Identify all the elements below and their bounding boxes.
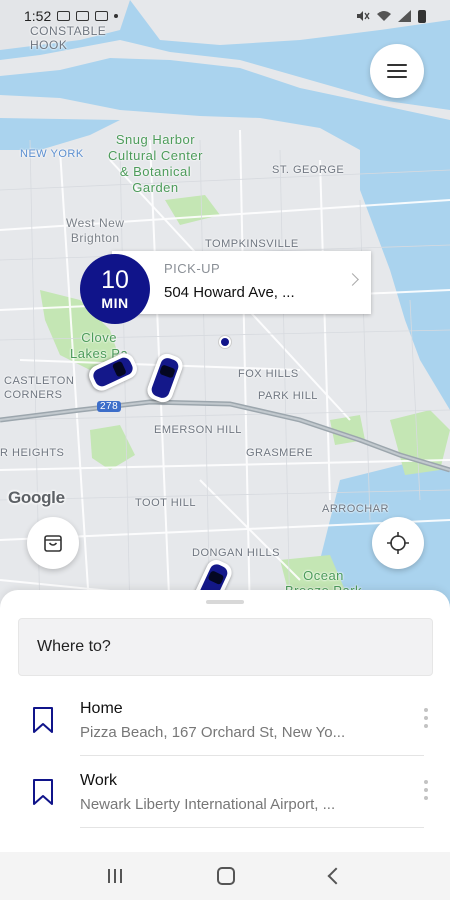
favorite-address: Newark Liberty International Airport, ..… [80, 796, 336, 813]
sheet-handle[interactable] [206, 600, 244, 604]
divider [80, 827, 424, 828]
shopping-bag-button[interactable] [27, 517, 79, 569]
favorite-title: Home [80, 700, 123, 717]
recent-apps-icon[interactable] [107, 869, 122, 883]
map-label-castleton-corners: CASTLETON CORNERS [4, 375, 75, 401]
pickup-address: 504 Howard Ave, ... [164, 284, 295, 301]
map-label-fox-hills: FOX HILLS [238, 368, 299, 380]
crosshair-icon [387, 532, 409, 554]
pickup-card[interactable]: PICK-UP 504 Howard Ave, ... [112, 251, 371, 314]
map-label-park-hill: PARK HILL [258, 390, 318, 402]
eta-unit: MIN [101, 295, 129, 311]
map-label-heights: R HEIGHTS [0, 447, 65, 459]
favorite-home[interactable]: Home Pizza Beach, 167 Orchard St, New Yo… [0, 684, 450, 756]
map-label-st-george: ST. GEORGE [272, 164, 345, 176]
bookmark-icon [33, 707, 53, 733]
bookmark-icon [33, 779, 53, 805]
home-notification-icon [95, 11, 109, 21]
mail-icon [76, 11, 90, 21]
map-label-dongan-hills: DONGAN HILLS [192, 547, 280, 559]
favorite-work[interactable]: Work Newark Liberty International Airpor… [0, 756, 450, 828]
gallery-icon [57, 11, 71, 21]
home-icon[interactable] [216, 867, 235, 885]
favorite-title: Work [80, 772, 118, 789]
current-location-dot [219, 336, 231, 348]
more-vertical-icon[interactable] [424, 708, 428, 728]
signal-icon [398, 10, 411, 22]
battery-icon [418, 9, 426, 23]
mute-icon [357, 11, 370, 21]
system-navigation-bar [0, 852, 450, 900]
map-label-snug-harbor: Snug Harbor Cultural Center & Botanical … [108, 132, 203, 195]
route-shield-278: 278 [97, 401, 122, 412]
google-logo: Google [8, 488, 65, 507]
favorite-address: Pizza Beach, 167 Orchard St, New Yo... [80, 724, 346, 741]
dot-icon [114, 14, 119, 18]
map-label-toot-hill: TOOT HILL [135, 497, 196, 509]
status-bar: 1:52 [0, 0, 450, 32]
hamburger-icon [387, 64, 407, 66]
bottom-sheet: Where to? Home Pizza Beach, 167 Orchard … [0, 590, 450, 852]
shopping-bag-icon [44, 535, 62, 552]
hamburger-line [387, 76, 407, 78]
wifi-icon [377, 11, 391, 21]
where-to-input[interactable]: Where to? [18, 618, 433, 676]
hamburger-line [387, 70, 407, 72]
status-time: 1:52 [24, 8, 52, 24]
map-label-arrochar: ARROCHAR [322, 503, 389, 515]
menu-button[interactable] [370, 44, 424, 98]
eta-minutes: 10 [101, 266, 129, 294]
map-label-west-new-brighton: West New Brighton [66, 216, 125, 245]
map-label-grasmere: GRASMERE [246, 447, 313, 459]
map-label-new-york: NEW YORK [20, 148, 84, 160]
locate-me-button[interactable] [372, 517, 424, 569]
map-label-emerson-hill: EMERSON HILL [154, 424, 242, 436]
pickup-title: PICK-UP [164, 261, 221, 276]
eta-badge[interactable]: 10 MIN [80, 254, 150, 324]
more-vertical-icon[interactable] [424, 780, 428, 800]
back-icon[interactable] [327, 867, 345, 885]
map-label-tompkinsville: TOMPKINSVILLE [205, 238, 299, 250]
